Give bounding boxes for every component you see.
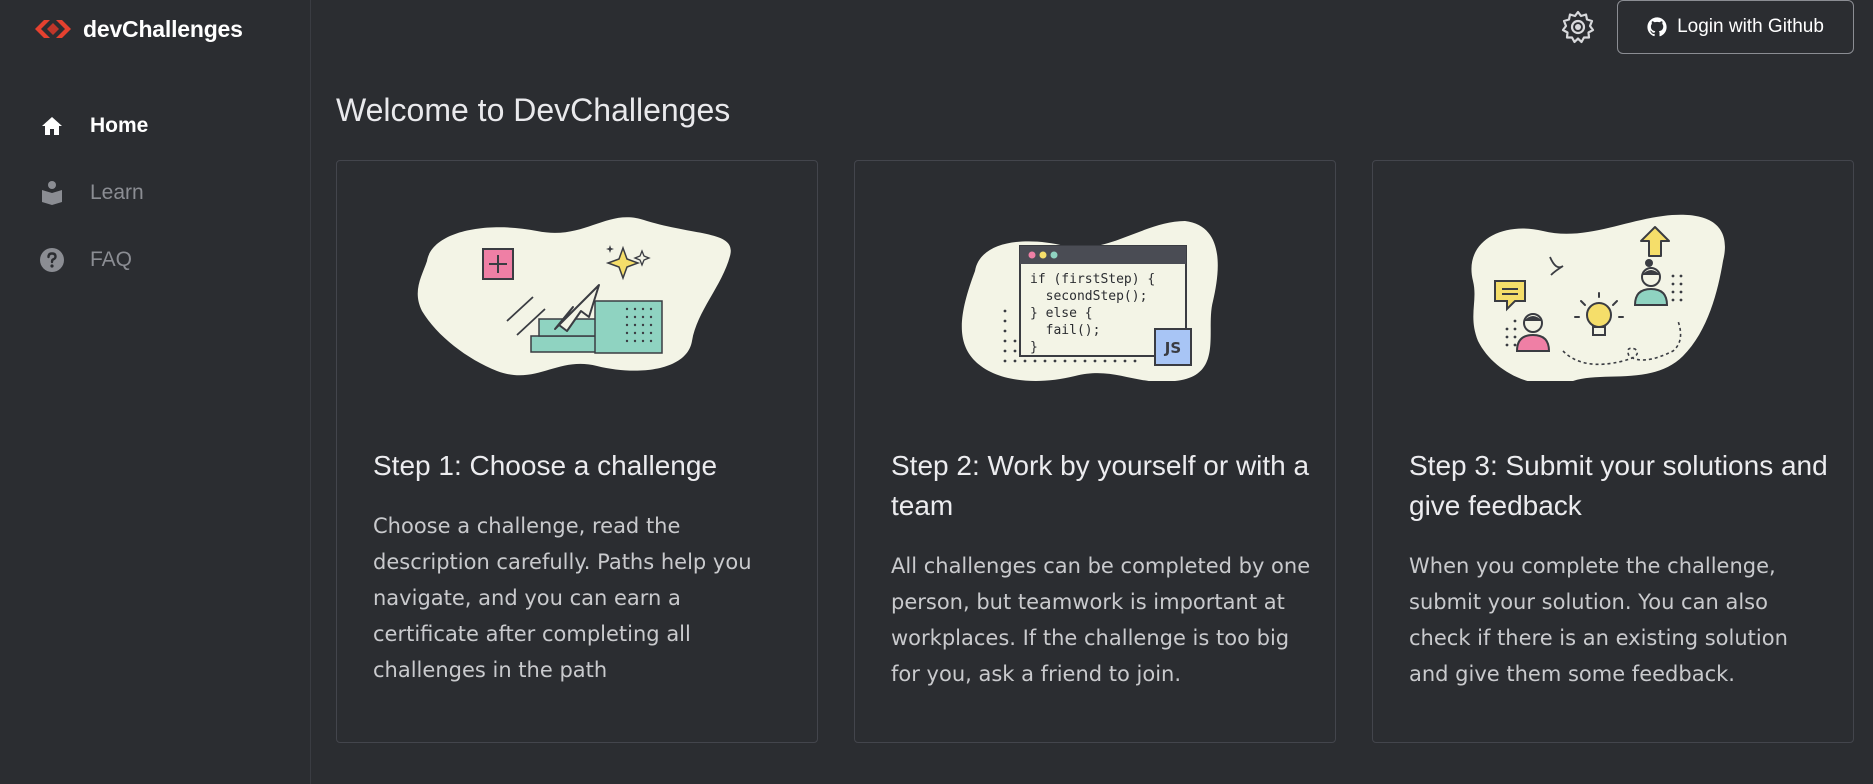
code-line: fail(); [1030,323,1100,338]
login-button-label: Login with Github [1677,16,1824,37]
login-with-github-button[interactable]: Login with Github [1617,0,1854,54]
code-line: } else { [1030,306,1093,321]
card-description: Choose a challenge, read the description… [373,514,752,682]
card-description: When you complete the challenge, submit … [1409,554,1788,686]
sun-gear-icon [1561,10,1595,44]
card-description: All challenges can be completed by one p… [891,554,1311,686]
sidebar-item-learn[interactable]: Learn [0,159,310,226]
brand-logo[interactable]: devChallenges [33,14,243,44]
github-icon [1647,17,1667,37]
step-card-2: if (firstStep) { secondStep(); } else { … [854,160,1336,743]
team-idea-illustration [1471,214,1725,381]
step-card-3: Step 3: Submit your solutions and give f… [1372,160,1854,743]
devchallenges-logo-icon [35,20,71,38]
page-title: Welcome to DevChallenges [336,92,731,128]
code-line: } [1030,340,1038,355]
theme-toggle-button[interactable] [1561,10,1595,44]
card-title: Step 2: Work by yourself or with a team [891,450,1310,521]
card-title: Step 1: Choose a challenge [373,450,718,481]
sidebar: devChallenges Home Learn FAQ [0,0,311,784]
code-line: secondStep(); [1030,289,1147,304]
sidebar-item-faq[interactable]: FAQ [0,226,310,293]
home-icon [38,112,66,140]
book-reader-icon [38,179,66,207]
sidebar-item-label: Home [90,113,149,137]
question-circle-icon [38,246,66,274]
sidebar-item-label: FAQ [90,247,133,271]
code-window-illustration: if (firstStep) { secondStep(); } else { … [961,221,1218,381]
sidebar-nav: Home Learn FAQ [0,92,310,293]
code-line: if (firstStep) { [1030,272,1155,287]
card-title: Step 3: Submit your solutions and give f… [1409,450,1828,521]
cursor-blocks-illustration [417,217,731,376]
step-card-1: Step 1: Choose a challenge Choose a chal… [336,160,818,743]
sidebar-item-home[interactable]: Home [0,92,310,159]
brand-name: devChallenges [83,15,243,42]
sidebar-item-label: Learn [90,180,144,204]
js-badge: JS [1164,339,1181,357]
